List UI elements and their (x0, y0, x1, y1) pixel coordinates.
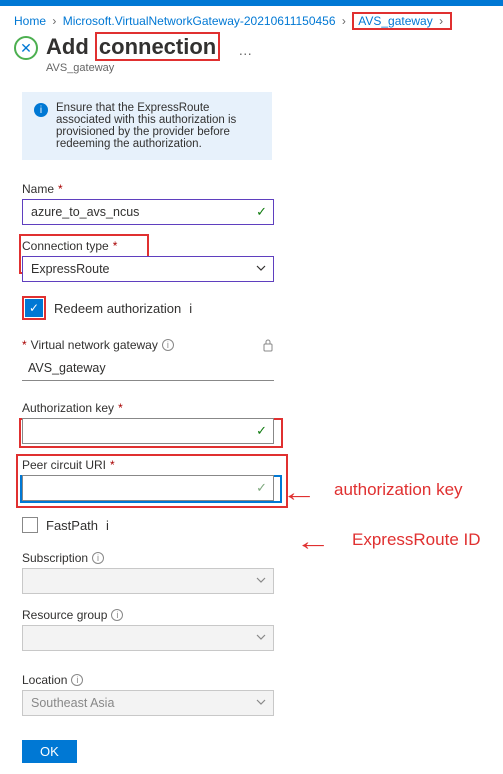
name-label: Name (22, 182, 54, 196)
authorization-key-input[interactable]: ✓ (22, 418, 274, 444)
fastpath-checkbox[interactable] (22, 517, 38, 533)
page-title: Add connection (46, 34, 220, 60)
name-input[interactable]: azure_to_avs_ncus ✓ (22, 199, 274, 225)
location-select: Southeast Asia (22, 690, 274, 716)
more-menu-icon[interactable]: … (238, 42, 252, 58)
info-callout: i Ensure that the ExpressRoute associate… (22, 92, 272, 160)
checkmark-icon: ✓ (256, 480, 267, 496)
info-outline-icon[interactable]: i (71, 674, 83, 686)
fastpath-label: FastPath (46, 518, 98, 533)
annotation-box: ✓ (22, 296, 46, 320)
required-icon: * (118, 401, 123, 415)
breadcrumb-current[interactable]: AVS_gateway › (352, 12, 452, 30)
breadcrumb-gateway-deployment[interactable]: Microsoft.VirtualNetworkGateway-20210611… (63, 14, 336, 28)
connection-icon: ✕ (14, 36, 38, 60)
connection-type-field: Connection type * ExpressRoute (22, 239, 481, 282)
chevron-right-icon: › (52, 14, 56, 28)
page-header: ✕ Add connection AVS_gateway … (0, 28, 503, 78)
connection-type-select[interactable]: ExpressRoute (22, 256, 274, 282)
vng-label: Virtual network gateway (31, 338, 158, 352)
arrow-left-icon: ← (281, 477, 317, 508)
checkmark-icon: ✓ (256, 204, 267, 220)
subscription-field: Subscription i (22, 551, 481, 594)
required-icon: * (58, 182, 63, 196)
annotation-authorization-key: authorization key (334, 480, 463, 500)
resource-group-label: Resource group (22, 608, 107, 622)
chevron-down-icon (255, 631, 267, 646)
required-icon: * (110, 458, 115, 472)
vng-input (22, 355, 274, 381)
info-outline-icon[interactable]: i (92, 552, 104, 564)
chevron-right-icon: › (439, 14, 443, 28)
redeem-authorization-checkbox[interactable]: ✓ (25, 299, 43, 317)
auth-key-label: Authorization key (22, 401, 114, 415)
annotation-expressroute-id: ExpressRoute ID (352, 530, 481, 550)
info-outline-icon[interactable]: i (106, 518, 109, 533)
location-field: Location i Southeast Asia (22, 673, 481, 716)
info-outline-icon[interactable]: i (189, 301, 192, 316)
chevron-right-icon: › (342, 14, 346, 28)
peer-circuit-uri-input[interactable]: ✓ (22, 475, 274, 501)
arrow-left-icon: ← (295, 526, 331, 557)
authorization-key-field: Authorization key * ✓ (22, 401, 481, 444)
name-field: Name * azure_to_avs_ncus ✓ (22, 182, 481, 225)
chevron-down-icon (255, 262, 267, 277)
location-label: Location (22, 673, 67, 687)
redeem-authorization-row: ✓ Redeem authorization i (22, 296, 481, 320)
breadcrumb-home[interactable]: Home (14, 14, 46, 28)
lock-icon (262, 338, 274, 355)
info-icon: i (34, 103, 48, 117)
resource-group-field: Resource group i (22, 608, 481, 651)
required-icon: * (22, 338, 27, 352)
peer-label: Peer circuit URI (22, 458, 106, 472)
info-outline-icon[interactable]: i (111, 609, 123, 621)
ok-button[interactable]: OK (22, 740, 77, 763)
redeem-authorization-label: Redeem authorization (54, 301, 181, 316)
checkmark-icon: ✓ (256, 423, 267, 439)
resource-group-select (22, 625, 274, 651)
virtual-network-gateway-field: * Virtual network gateway i (22, 338, 481, 381)
chevron-down-icon (255, 696, 267, 711)
subscription-label: Subscription (22, 551, 88, 565)
chevron-down-icon (255, 574, 267, 589)
info-outline-icon[interactable]: i (162, 339, 174, 351)
subscription-select (22, 568, 274, 594)
breadcrumb: Home › Microsoft.VirtualNetworkGateway-2… (0, 6, 503, 28)
page-subtitle: AVS_gateway (46, 62, 220, 74)
connection-type-label: Connection type (22, 239, 109, 253)
required-icon: * (113, 239, 118, 253)
info-text: Ensure that the ExpressRoute associated … (56, 102, 260, 150)
